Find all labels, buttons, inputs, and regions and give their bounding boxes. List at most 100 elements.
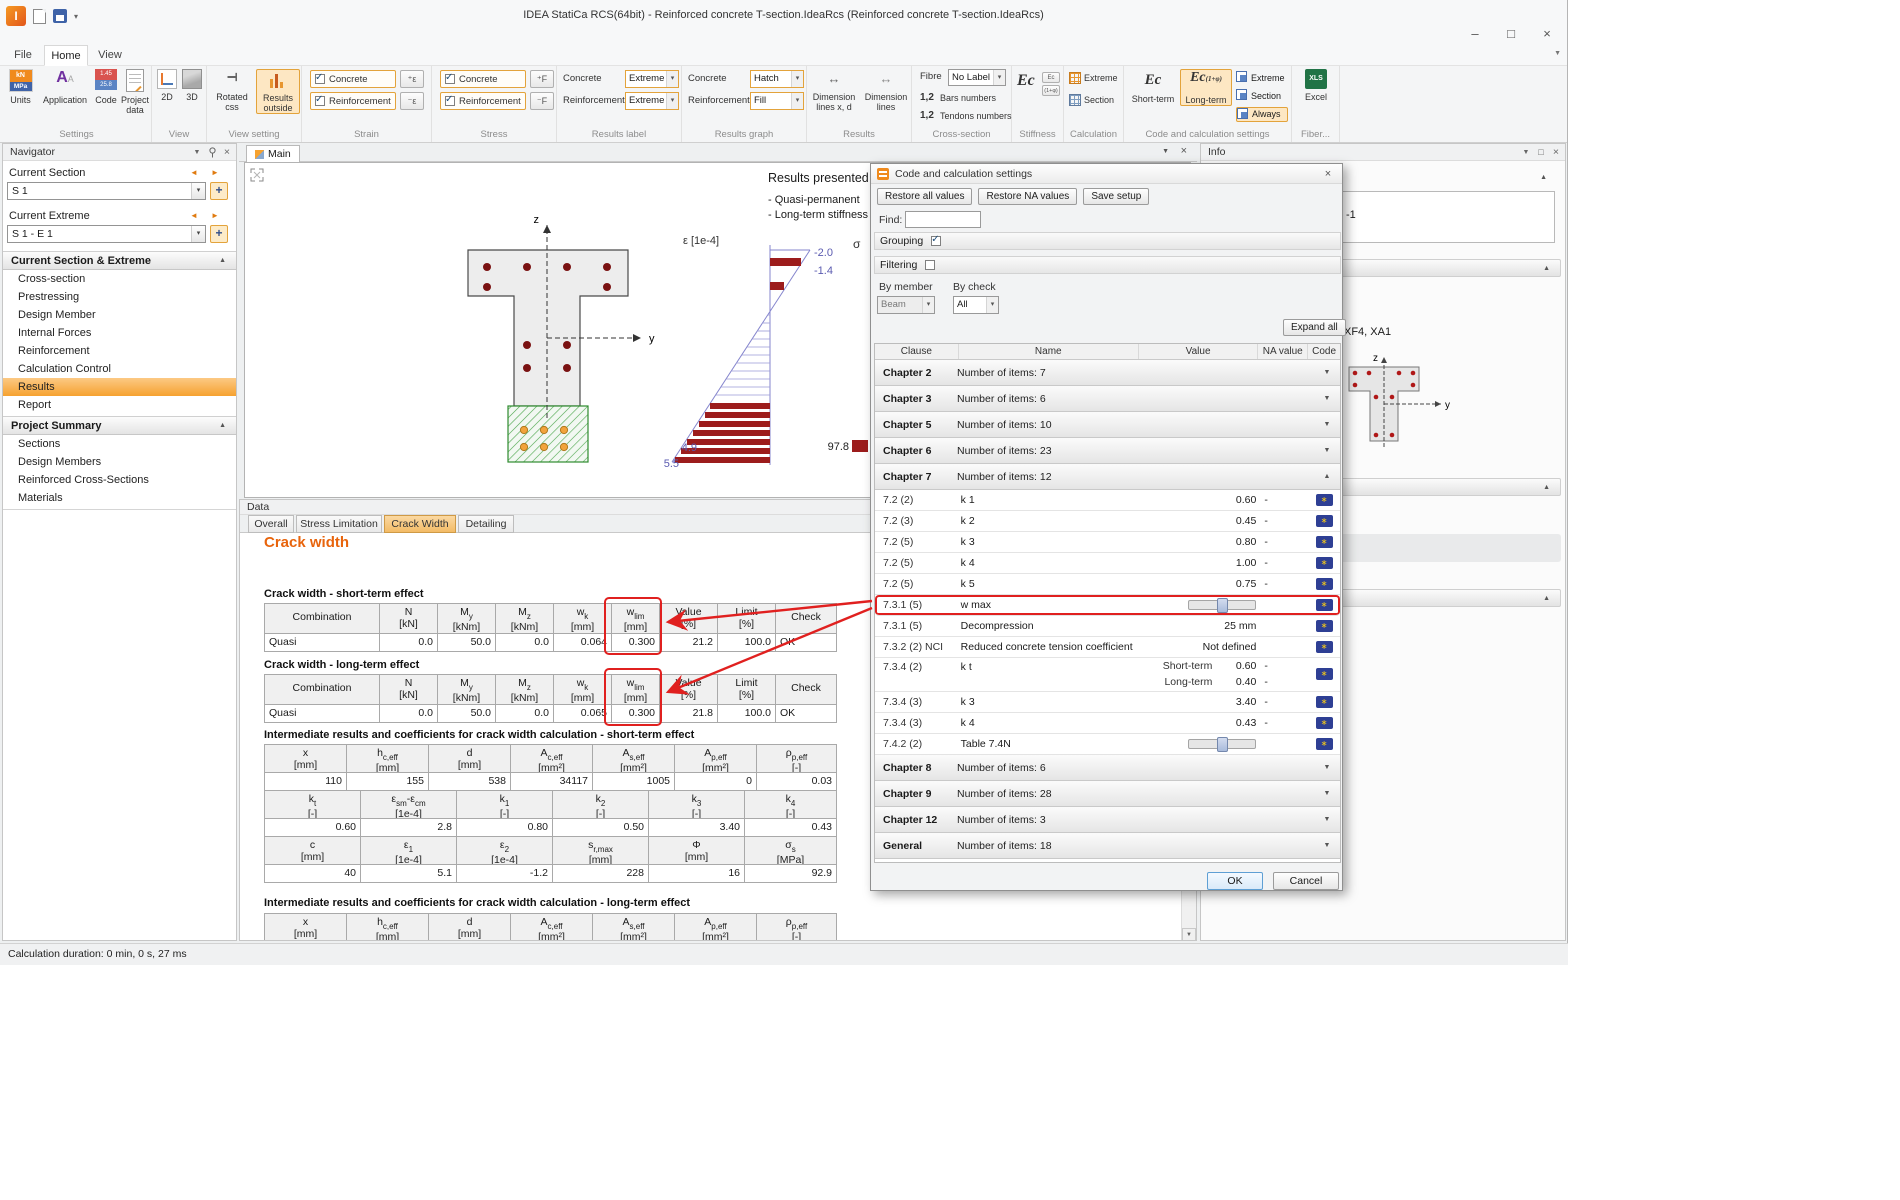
stress-remove-label-button[interactable]: ⁻F	[530, 92, 554, 110]
chevron-up-icon[interactable]: ▲	[1543, 479, 1550, 497]
filtering-checkbox[interactable]	[925, 260, 935, 270]
stress-reinforcement-toggle[interactable]: Reinforcement	[440, 92, 526, 110]
ec-long-term-button[interactable]: Ec(1+φ) Long-term	[1180, 69, 1232, 106]
results-graph-concrete-select[interactable]: Hatch▾	[750, 70, 804, 88]
titlebar[interactable]: I ▾ IDEA StatiCa RCS(64bit) - Reinforced…	[0, 0, 1567, 45]
eurocode-icon[interactable]: ∗	[1316, 717, 1333, 729]
save-setup-button[interactable]: Save setup	[1083, 188, 1149, 205]
settings-row[interactable]: 7.3.1 (5)w max∗	[875, 595, 1340, 616]
slider-thumb[interactable]	[1217, 737, 1228, 752]
eurocode-icon[interactable]: ∗	[1316, 515, 1333, 527]
chevron-down-icon[interactable]: ▼	[1314, 764, 1340, 771]
dialog-titlebar[interactable]: Code and calculation settings ×	[871, 164, 1342, 184]
prev-extreme-button[interactable]: ◄	[185, 209, 203, 223]
eurocode-icon[interactable]: ∗	[1316, 557, 1333, 569]
tab-view[interactable]: View	[90, 45, 130, 66]
eurocode-icon[interactable]: ∗	[1316, 668, 1333, 680]
chevron-up-icon[interactable]: ▲	[1543, 590, 1550, 608]
code-button[interactable]: 1.45 25.8 Code	[93, 69, 119, 105]
grouping-band[interactable]: Grouping	[874, 232, 1341, 250]
sidebar-item-design-member[interactable]: Design Member	[3, 306, 236, 324]
project-data-button[interactable]: Project data	[119, 69, 151, 115]
strain-add-label-button[interactable]: ⁺ε	[400, 70, 424, 88]
col-clause[interactable]: Clause	[875, 344, 959, 359]
sidebar-item-prestressing[interactable]: Prestressing	[3, 288, 236, 306]
stiffness-long-badge[interactable]: (1+φ)	[1042, 85, 1060, 96]
bars-numbers-button[interactable]: Bars numbers	[940, 89, 996, 107]
view-2d-button[interactable]: 2D	[156, 69, 178, 102]
stiffness-ec-button[interactable]: Ec	[1017, 72, 1035, 90]
dialog-close-icon[interactable]: ×	[1320, 164, 1336, 184]
by-member-select[interactable]: Beam▾	[877, 296, 935, 314]
settings-row[interactable]: 7.3.4 (2)k tShort-term0.60Long-term0.40-…	[875, 658, 1340, 692]
info-chevron-icon[interactable]: ▼	[1519, 144, 1533, 161]
strain-concrete-checkbox[interactable]	[315, 74, 325, 84]
rotated-css-button[interactable]: T Rotated css	[210, 69, 254, 112]
tab-detailing[interactable]: Detailing	[458, 515, 514, 533]
chevron-up-icon[interactable]: ▲	[1543, 260, 1550, 278]
grouping-checkbox[interactable]	[931, 236, 941, 246]
dimension-lines-button[interactable]: ↔ Dimension lines	[862, 69, 910, 112]
strain-reinforcement-checkbox[interactable]	[315, 96, 325, 106]
tab-overall[interactable]: Overall	[248, 515, 294, 533]
strain-reinforcement-toggle[interactable]: Reinforcement	[310, 92, 396, 110]
chapter-row[interactable]: Chapter 6Number of items: 23▼	[875, 438, 1340, 464]
close-tab-icon[interactable]: ×	[1181, 145, 1187, 157]
ribbon-collapse-icon[interactable]: ▼	[1554, 50, 1561, 57]
sidebar-item-internal-forces[interactable]: Internal Forces	[3, 324, 236, 342]
navigator-pin-icon[interactable]	[205, 144, 219, 161]
tab-stress-limitation[interactable]: Stress Limitation	[296, 515, 382, 533]
settings-row[interactable]: 7.3.2 (2) NCIReduced concrete tension co…	[875, 637, 1340, 658]
view-3d-button[interactable]: 3D	[181, 69, 203, 102]
close-button[interactable]: ×	[1529, 22, 1565, 46]
eurocode-icon[interactable]: ∗	[1316, 738, 1333, 750]
chapter-row[interactable]: Chapter 12Number of items: 3▼	[875, 807, 1340, 833]
eurocode-icon[interactable]: ∗	[1316, 578, 1333, 590]
navigator-close-icon[interactable]: ×	[220, 144, 234, 161]
info-maximize-icon[interactable]: □	[1534, 144, 1548, 161]
results-outside-button[interactable]: Results outside	[256, 69, 300, 114]
eurocode-icon[interactable]: ∗	[1316, 620, 1333, 632]
maximize-button[interactable]: □	[1493, 22, 1529, 46]
chevron-up-icon[interactable]: ▲	[219, 252, 226, 270]
tab-home[interactable]: Home	[44, 45, 88, 66]
value-slider[interactable]	[1188, 739, 1256, 749]
value-slider[interactable]	[1188, 600, 1256, 610]
sidebar-item-reinforced-cross-sections[interactable]: Reinforced Cross-Sections	[3, 471, 236, 489]
restore-all-values-button[interactable]: Restore all values	[877, 188, 972, 205]
code-extreme-toggle[interactable]: Extreme	[1236, 71, 1288, 86]
ok-button[interactable]: OK	[1207, 872, 1263, 890]
add-section-button[interactable]: +	[210, 182, 228, 200]
application-button[interactable]: AA Application	[39, 69, 91, 105]
chevron-up-icon[interactable]: ▲	[1540, 169, 1547, 187]
stress-concrete-checkbox[interactable]	[445, 74, 455, 84]
sidebar-item-calculation-control[interactable]: Calculation Control	[3, 360, 236, 378]
sidebar-item-report[interactable]: Report	[3, 396, 236, 414]
current-extreme-select[interactable]: S 1 - E 1 ▾	[7, 225, 206, 243]
strain-concrete-toggle[interactable]: Concrete	[310, 70, 396, 88]
settings-row[interactable]: 7.3.4 (3)k 33.40-∗	[875, 692, 1340, 713]
save-icon[interactable]	[53, 9, 67, 23]
sidebar-item-reinforcement[interactable]: Reinforcement	[3, 342, 236, 360]
eurocode-icon[interactable]: ∗	[1316, 696, 1333, 708]
code-section-toggle[interactable]: Section	[1236, 89, 1288, 104]
tab-crack-width[interactable]: Crack Width	[384, 515, 456, 533]
settings-row[interactable]: 7.3.4 (3)k 40.43-∗	[875, 713, 1340, 734]
chapter-row[interactable]: Chapter 7Number of items: 12▲	[875, 464, 1340, 490]
quick-access-caret-icon[interactable]: ▾	[74, 12, 78, 21]
add-extreme-button[interactable]: +	[210, 225, 228, 243]
tab-list-icon[interactable]: ▼	[1162, 148, 1169, 155]
chapter-row[interactable]: Chapter 3Number of items: 6▼	[875, 386, 1340, 412]
cancel-button[interactable]: Cancel	[1273, 872, 1339, 890]
eurocode-icon[interactable]: ∗	[1316, 641, 1333, 653]
results-label-concrete-select[interactable]: Extreme▾	[625, 70, 679, 88]
info-close-icon[interactable]: ×	[1549, 144, 1563, 161]
chevron-down-icon[interactable]: ▼	[1314, 395, 1340, 402]
settings-row[interactable]: 7.3.1 (5)Decompression25 mm∗	[875, 616, 1340, 637]
dimension-lines-xd-button[interactable]: ↔ Dimension lines x, d	[809, 69, 859, 112]
units-button[interactable]: kN MPa Units	[4, 69, 37, 105]
sidebar-item-materials[interactable]: Materials	[3, 489, 236, 507]
prev-section-button[interactable]: ◄	[185, 166, 203, 180]
ec-short-term-button[interactable]: Ec Short-term	[1128, 69, 1178, 104]
tab-file[interactable]: File	[4, 45, 42, 66]
